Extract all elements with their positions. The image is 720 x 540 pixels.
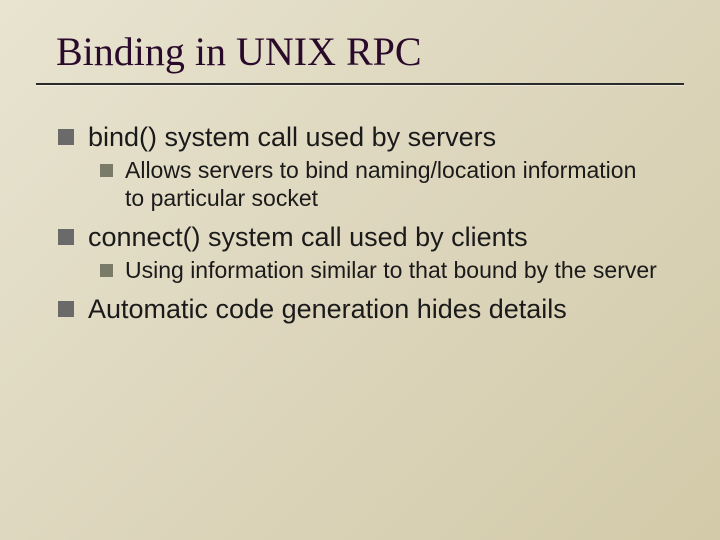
list-item: bind() system call used by servers bbox=[58, 121, 660, 153]
square-bullet-icon bbox=[58, 229, 74, 245]
slide-body: bind() system call used by servers Allow… bbox=[0, 85, 720, 325]
square-bullet-icon bbox=[58, 129, 74, 145]
list-item: connect() system call used by clients bbox=[58, 221, 660, 253]
slide: Binding in UNIX RPC bind() system call u… bbox=[0, 0, 720, 540]
slide-title: Binding in UNIX RPC bbox=[0, 0, 720, 83]
list-item-text: Allows servers to bind naming/location i… bbox=[125, 157, 660, 212]
list-item-text: Automatic code generation hides details bbox=[88, 293, 660, 325]
list-item-text: bind() system call used by servers bbox=[88, 121, 660, 153]
square-bullet-icon bbox=[100, 264, 113, 277]
square-bullet-icon bbox=[58, 301, 74, 317]
list-item-text: Using information similar to that bound … bbox=[125, 257, 660, 285]
list-item: Automatic code generation hides details bbox=[58, 293, 660, 325]
square-bullet-icon bbox=[100, 164, 113, 177]
list-item: Using information similar to that bound … bbox=[100, 257, 660, 285]
list-item-text: connect() system call used by clients bbox=[88, 221, 660, 253]
list-item: Allows servers to bind naming/location i… bbox=[100, 157, 660, 212]
